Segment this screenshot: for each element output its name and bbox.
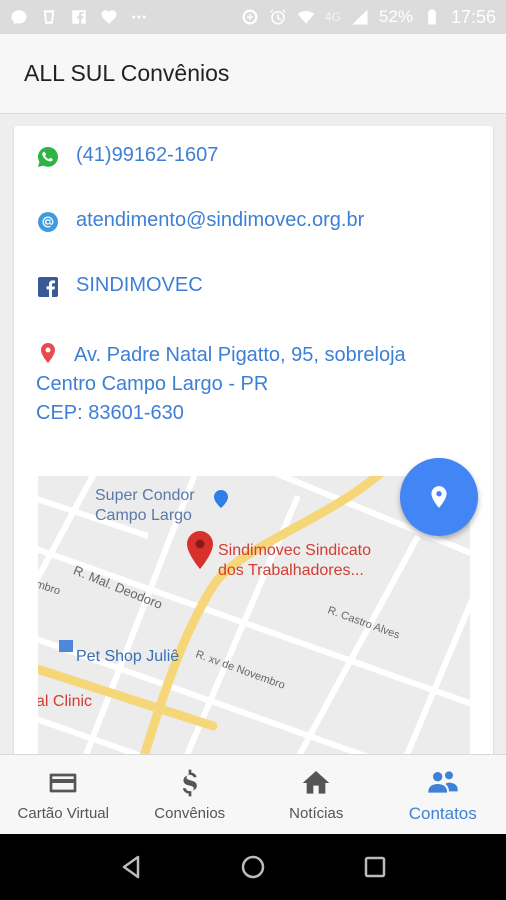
map-label-sindimovec: Sindimovec Sindicato dos Trabalhadores..…	[218, 542, 371, 579]
alarm-icon	[269, 8, 287, 26]
network-type: 4G	[324, 10, 341, 24]
address-row[interactable]: Av. Padre Natal Pigatto, 95, sobreloja C…	[36, 340, 483, 428]
facebook-icon	[36, 275, 60, 299]
battery-icon	[423, 8, 441, 26]
tab-convenios[interactable]: Convênios	[127, 755, 254, 834]
facebook-row[interactable]: SINDIMOVEC	[36, 274, 483, 299]
bottom-tab-bar: Cartão Virtual Convênios Notícias Contat…	[0, 754, 506, 834]
whatsapp-row[interactable]: (41)99162-1607	[36, 144, 483, 169]
app-bar: ALL SUL Convênios	[0, 34, 506, 114]
clock: 17:56	[450, 6, 496, 27]
content-area: (41)99162-1607 atendimento@sindimovec.or…	[0, 114, 506, 754]
at-icon	[36, 210, 60, 234]
recents-icon[interactable]	[360, 852, 390, 882]
contacts-icon	[427, 766, 459, 798]
address-line-3[interactable]: CEP: 83601-630	[36, 402, 184, 424]
whatsapp-icon	[36, 145, 60, 169]
status-right-icons: 4G 52% 17:56	[241, 7, 496, 28]
location-pin-icon	[431, 486, 447, 508]
page-title: ALL SUL Convênios	[24, 60, 230, 86]
email-address[interactable]: atendimento@sindimovec.org.br	[76, 209, 364, 232]
tab-label: Contatos	[408, 803, 477, 823]
data-saver-icon	[241, 8, 259, 26]
tab-cartao-virtual[interactable]: Cartão Virtual	[0, 755, 127, 834]
tab-label: Notícias	[289, 805, 344, 822]
contacts-card: (41)99162-1607 atendimento@sindimovec.or…	[14, 126, 493, 754]
battery-percent: 52%	[378, 7, 413, 26]
location-fab-button[interactable]	[400, 458, 478, 536]
messenger-icon	[10, 8, 28, 26]
status-bar: 4G 52% 17:56	[0, 0, 506, 34]
heart-icon	[100, 8, 118, 26]
home-icon	[300, 767, 332, 799]
email-row[interactable]: atendimento@sindimovec.org.br	[36, 209, 483, 234]
home-circle-icon[interactable]	[238, 852, 268, 882]
facebook-page[interactable]: SINDIMOVEC	[76, 274, 203, 297]
map-label-clinic: al Clinic	[38, 693, 93, 710]
whatsapp-number[interactable]: (41)99162-1607	[76, 144, 218, 167]
facebook-icon	[70, 8, 88, 26]
wifi-icon	[297, 8, 315, 26]
tab-contatos[interactable]: Contatos	[380, 755, 506, 834]
map-label-super-condor: Super Condor Campo Largo	[95, 487, 195, 524]
address-line-1[interactable]: Av. Padre Natal Pigatto, 95, sobreloja	[74, 344, 406, 366]
address-line-2[interactable]: Centro Campo Largo - PR	[36, 373, 268, 395]
signal-icon	[351, 8, 369, 26]
dollar-icon	[174, 767, 206, 799]
cup-icon	[40, 8, 58, 26]
map-pin-icon	[36, 341, 60, 365]
back-icon[interactable]	[116, 852, 146, 882]
tab-label: Cartão Virtual	[17, 805, 109, 822]
status-left-icons	[10, 8, 148, 26]
tab-noticias[interactable]: Notícias	[253, 755, 380, 834]
tab-label: Convênios	[154, 805, 226, 822]
system-nav-bar	[0, 834, 506, 900]
more-icon	[130, 8, 148, 26]
credit-card-icon	[47, 767, 79, 799]
map-label-pet-shop: Pet Shop Juliê	[76, 648, 180, 665]
